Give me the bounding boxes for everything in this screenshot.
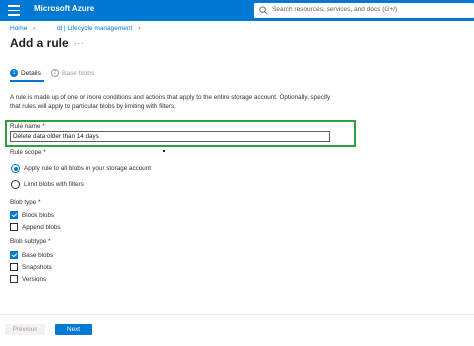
checkbox-snapshots-label[interactable]: Snapshots <box>22 264 52 271</box>
breadcrumb-home[interactable]: Home <box>10 25 27 32</box>
top-bar: Microsoft Azure Search resources, servic… <box>0 0 474 21</box>
brand-title[interactable]: Microsoft Azure <box>34 4 94 13</box>
search-placeholder: Search resources, services, and docs (G+… <box>272 6 398 13</box>
search-icon <box>259 6 268 15</box>
checkbox-block-blobs[interactable] <box>10 211 18 219</box>
next-button[interactable]: Next <box>55 324 92 335</box>
breadcrumb: Home › dl | Lifecycle management › <box>10 25 144 32</box>
chevron-right-icon: › <box>33 25 36 32</box>
global-search-box[interactable]: Search resources, services, and docs (G+… <box>254 3 474 18</box>
tab-base-blobs-label: Base blobs <box>62 69 95 77</box>
radio-apply-all-blobs[interactable] <box>11 164 20 173</box>
checkbox-base-blobs[interactable] <box>10 251 18 259</box>
blob-type-label: Blob type * <box>10 199 41 206</box>
hamburger-menu-icon[interactable] <box>8 5 20 16</box>
step-2-icon: 2 <box>51 69 59 77</box>
radio-limit-blobs-label[interactable]: Limit blobs with filters <box>24 181 84 188</box>
checkbox-append-blobs[interactable] <box>10 223 18 231</box>
checkbox-versions-label[interactable]: Versions <box>22 276 46 283</box>
rule-name-label: Rule name * <box>10 123 45 130</box>
tab-details[interactable]: 1 Details <box>10 69 41 77</box>
checkbox-snapshots[interactable] <box>10 263 18 271</box>
radio-apply-all-blobs-label[interactable]: Apply rule to all blobs in your storage … <box>24 165 151 172</box>
checkbox-block-blobs-label[interactable]: Block blobs <box>22 212 54 219</box>
previous-button[interactable]: Previous <box>5 324 45 335</box>
active-tab-indicator <box>10 80 44 82</box>
page-title: Add a rule <box>10 36 69 50</box>
blob-subtype-label: Blob subtype * <box>10 238 51 245</box>
footer-divider <box>0 314 474 315</box>
chevron-right-icon: › <box>138 25 141 32</box>
mouse-cursor-dot <box>163 150 165 152</box>
tab-base-blobs[interactable]: 2 Base blobs <box>51 69 94 77</box>
checkbox-append-blobs-label[interactable]: Append blobs <box>22 224 61 231</box>
radio-limit-blobs[interactable] <box>11 180 20 189</box>
rule-description: A rule is made up of one or more conditi… <box>10 94 331 110</box>
tab-details-label: Details <box>21 69 41 77</box>
checkbox-versions[interactable] <box>10 275 18 283</box>
rule-scope-label: Rule scope * <box>10 149 46 156</box>
more-options-icon[interactable]: ··· <box>74 39 85 48</box>
checkbox-base-blobs-label[interactable]: Base blobs <box>22 252 53 259</box>
rule-name-input[interactable]: Delete data older than 14 days <box>10 131 330 142</box>
step-1-icon: 1 <box>10 69 18 77</box>
breadcrumb-lifecycle[interactable]: dl | Lifecycle management <box>57 25 132 32</box>
